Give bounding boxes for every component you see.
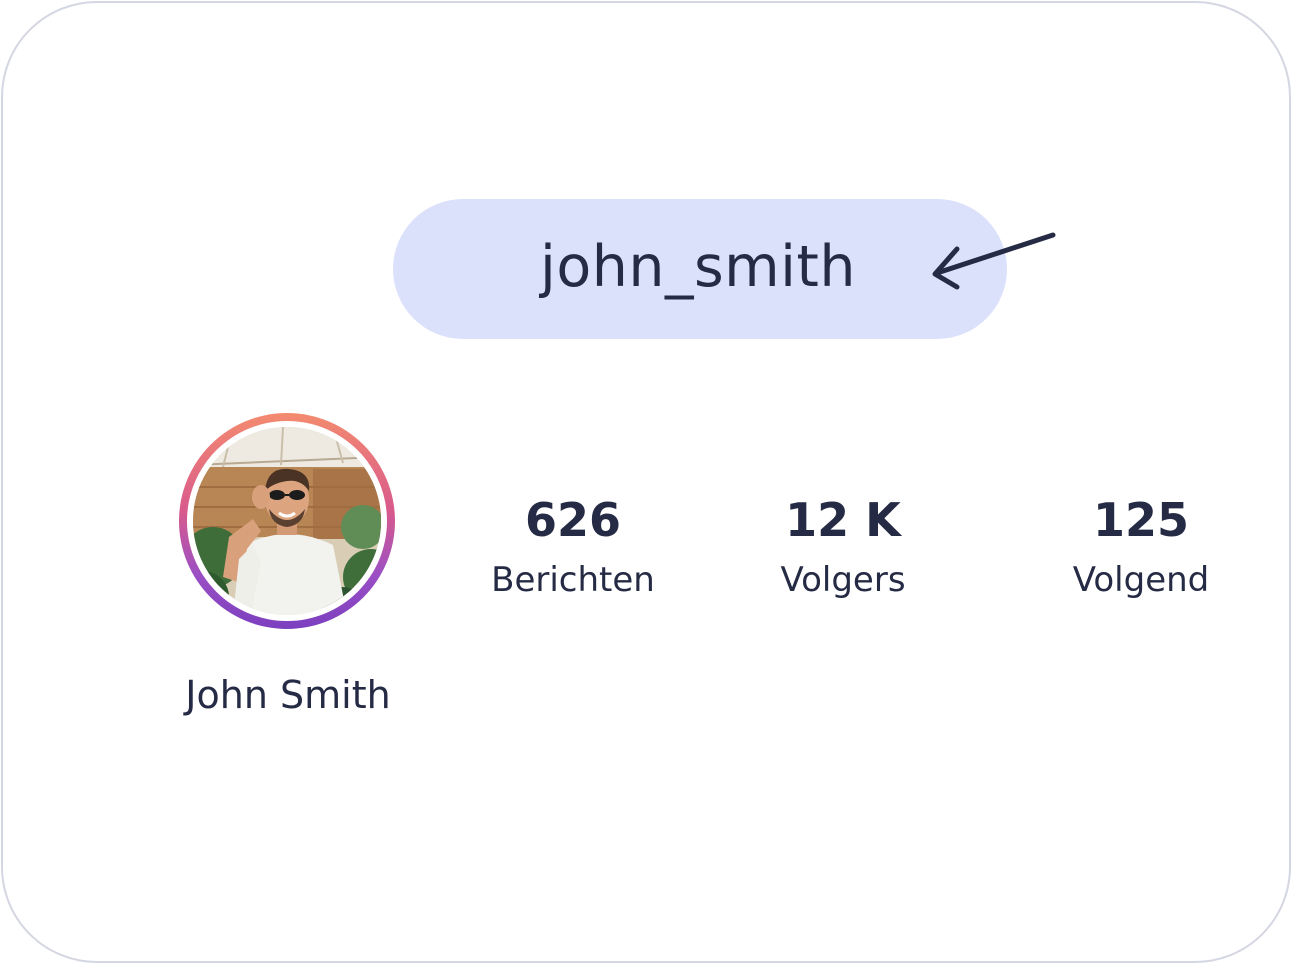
arrow-pointing-left-icon bbox=[932, 232, 1056, 290]
stat-posts-value: 626 bbox=[524, 493, 622, 547]
stat-following-value: 125 bbox=[1092, 493, 1190, 547]
username: john_smith bbox=[540, 233, 856, 300]
stat-followers[interactable]: 12 K Volgers bbox=[723, 493, 963, 601]
stat-posts-label: Berichten bbox=[491, 560, 655, 601]
stat-following-label: Volgend bbox=[1072, 560, 1210, 601]
stat-followers-label: Volgers bbox=[780, 560, 906, 601]
username-pill[interactable]: john_smith bbox=[393, 199, 1007, 339]
profile-full-name: John Smith bbox=[185, 673, 391, 717]
stat-followers-value: 12 K bbox=[785, 493, 901, 547]
stat-posts[interactable]: 626 Berichten bbox=[453, 493, 693, 601]
profile-card: john_smith John Smith 626 Berichten 12 K… bbox=[1, 1, 1291, 963]
stat-following[interactable]: 125 Volgend bbox=[1021, 493, 1261, 601]
profile-photo bbox=[193, 427, 381, 615]
avatar[interactable] bbox=[179, 413, 395, 629]
